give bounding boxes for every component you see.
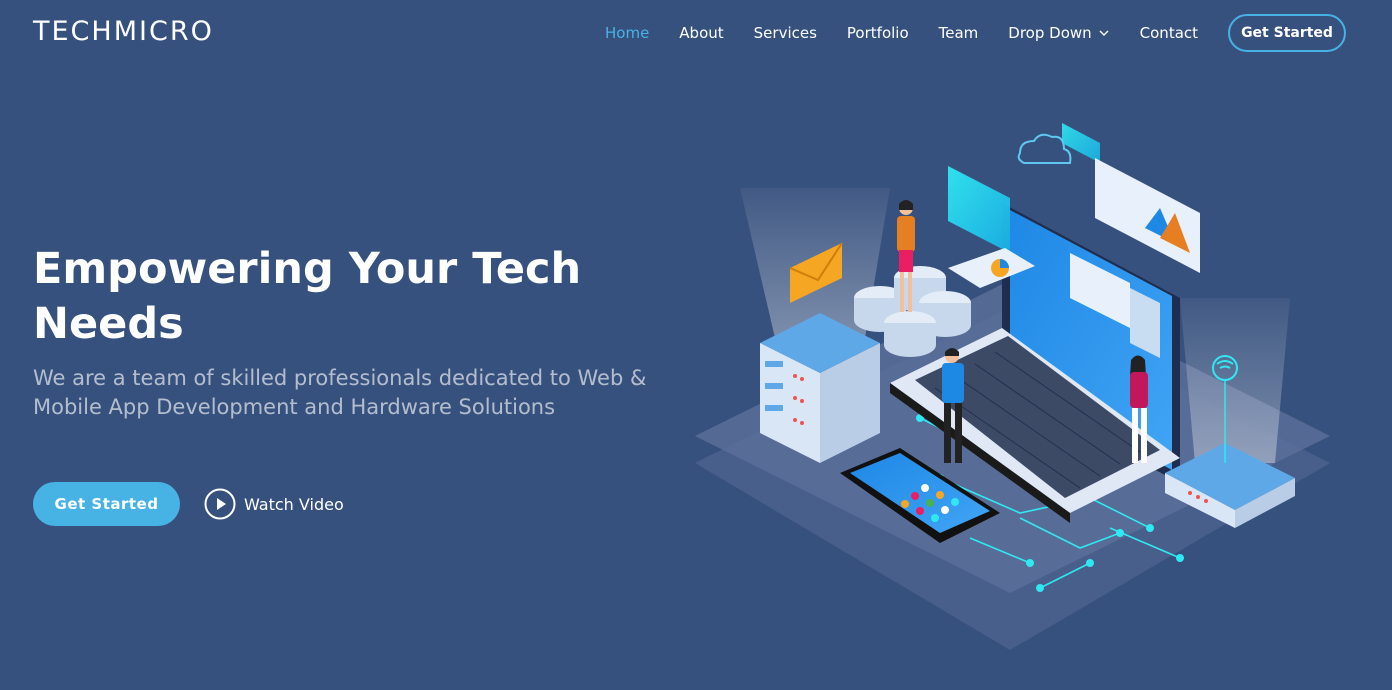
nav-item-dropdown[interactable]: Drop Down <box>993 13 1124 53</box>
hero-subtitle: We are a team of skilled professionals d… <box>33 366 647 419</box>
hero-illustration <box>695 123 1330 650</box>
site-header: TECHMICRO Home About Services Portfolio … <box>0 0 1392 66</box>
page: TECHMICRO Home About Services Portfolio … <box>0 0 1392 690</box>
nav-item-about[interactable]: About <box>664 13 738 53</box>
header-get-started-button[interactable]: Get Started <box>1228 14 1347 52</box>
main-nav: Home About Services Portfolio Team Drop … <box>590 13 1347 53</box>
nav-item-team[interactable]: Team <box>924 13 994 53</box>
nav-item-label: Home <box>605 24 650 42</box>
nav-item-label: Contact <box>1139 24 1199 42</box>
watch-video-label: Watch Video <box>244 494 344 514</box>
hero-get-started-button[interactable]: Get Started <box>33 482 180 526</box>
nav-item-home[interactable]: Home <box>590 13 664 53</box>
nav-item-label: Services <box>753 24 817 42</box>
nav-item-label: About <box>679 24 724 42</box>
chevron-down-icon <box>1099 30 1109 36</box>
nav-item-services[interactable]: Services <box>739 13 832 53</box>
nav-item-label: Team <box>938 24 979 42</box>
watch-video-button[interactable]: Watch Video <box>204 487 344 521</box>
hero-title: Empowering Your Tech Needs <box>33 244 582 349</box>
nav-item-label: Portfolio <box>846 24 909 42</box>
nav-item-contact[interactable]: Contact <box>1125 13 1213 53</box>
play-circle-icon <box>204 488 236 520</box>
site-logo[interactable]: TECHMICRO <box>33 14 214 50</box>
nav-item-portfolio[interactable]: Portfolio <box>832 13 924 53</box>
nav-item-label: Drop Down <box>1008 24 1092 42</box>
